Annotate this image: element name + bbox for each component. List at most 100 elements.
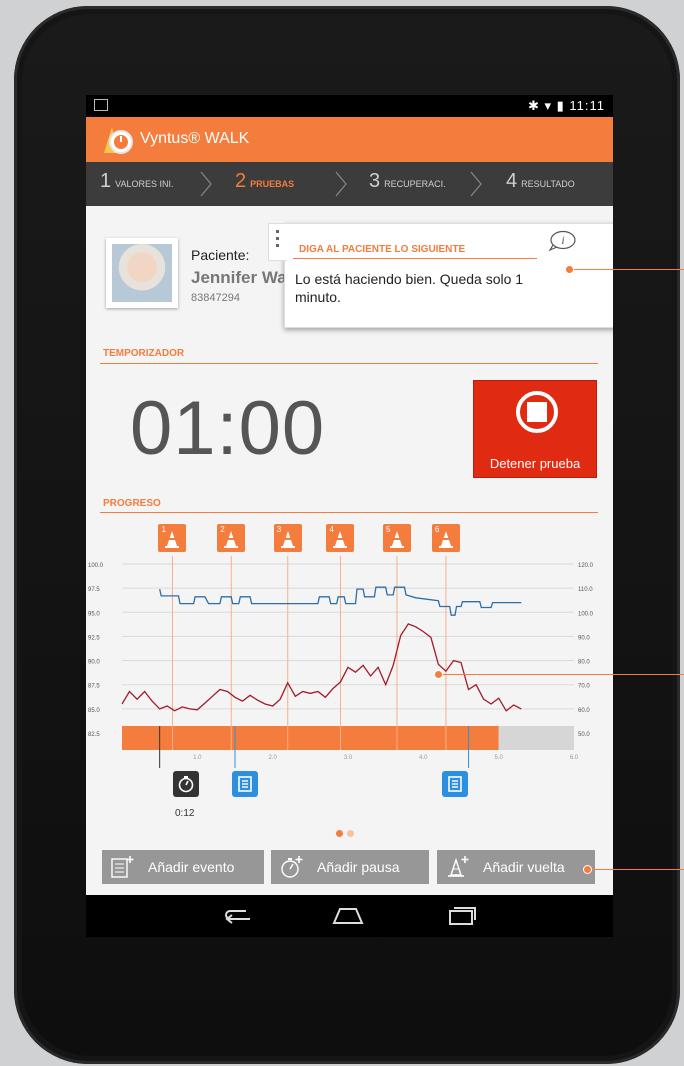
lap-cone-icon[interactable]: 5 <box>382 524 411 552</box>
progress-chart: 100.0 120.0 97.5 110.0 95.0 100.0 92.5 90.0 90.0… <box>88 556 594 768</box>
y-tick-label: 90.0 <box>88 660 100 666</box>
add-event-icon <box>111 856 134 878</box>
add-pause-button[interactable]: Añadir pausa <box>271 850 429 884</box>
callout-dot <box>434 670 443 679</box>
chevron-right-icon <box>335 171 347 197</box>
status-bar: ✱ ▾ ▮ 11:11 <box>86 95 613 117</box>
svg-text:i: i <box>561 233 564 247</box>
notification-image-icon <box>94 99 108 111</box>
y-tick-label: 97.5 <box>88 587 100 593</box>
home-icon[interactable] <box>331 905 365 925</box>
timer-marker[interactable] <box>173 771 199 797</box>
lap-cone-icon[interactable]: 3 <box>273 524 302 552</box>
callout-dot <box>583 865 592 874</box>
wifi-battery-icons: ✱ ▾ ▮ <box>527 98 570 113</box>
instruction-header: DIGA AL PACIENTE LO SIGUIENTE <box>299 244 466 255</box>
x-tick-label: 2.0 <box>268 755 277 761</box>
traffic-cone-icon <box>389 531 404 548</box>
chevron-right-icon <box>470 171 482 197</box>
traffic-cone-icon <box>438 531 453 548</box>
series-line-red <box>121 623 522 712</box>
back-icon[interactable] <box>222 907 254 925</box>
traffic-cone-icon <box>280 531 295 548</box>
patient-id: 83847294 <box>191 292 240 304</box>
step-valores-ini[interactable]: 1 VALORES INI. <box>100 170 173 193</box>
stop-test-button[interactable]: Detener prueba <box>473 380 597 478</box>
lap-cone-icon[interactable]: 2 <box>217 524 246 552</box>
instruction-divider <box>293 258 537 259</box>
lap-cones: 1 23456 <box>86 520 613 556</box>
callout-line <box>439 674 684 675</box>
traffic-cone-icon <box>333 531 348 548</box>
y-right-tick-label: 90.0 <box>578 635 590 641</box>
progress-section-title: PROGRESO <box>103 498 161 509</box>
add-event-button[interactable]: Añadir evento <box>102 850 264 884</box>
app-logo-icon <box>104 127 133 154</box>
app-title: Vyntus® WALK <box>140 130 250 147</box>
callout-dot <box>565 265 574 274</box>
y-tick-label: 95.0 <box>88 611 100 617</box>
y-right-tick-label: 100.0 <box>578 611 594 617</box>
stop-test-label: Detener prueba <box>489 456 581 471</box>
chevron-right-icon <box>200 171 212 197</box>
step-recuperacion[interactable]: 3 RECUPERACI. <box>369 170 446 193</box>
y-right-tick-label: 60.0 <box>578 708 590 714</box>
instruction-text: Lo está haciendo bien. Queda solo 1 minu… <box>295 271 524 305</box>
note-icon <box>238 776 252 792</box>
drag-handle-icon <box>276 230 279 251</box>
y-right-tick-label: 120.0 <box>578 563 594 569</box>
divider <box>100 512 598 513</box>
timer-section-title: TEMPORIZADOR <box>103 348 185 359</box>
y-tick-label: 100.0 <box>88 563 104 569</box>
app-bar: Vyntus® WALK <box>86 117 613 162</box>
traffic-cone-icon <box>224 531 239 548</box>
recent-apps-icon[interactable] <box>446 905 478 925</box>
event-marker[interactable] <box>232 771 258 797</box>
add-lap-icon <box>448 856 469 877</box>
x-tick-label: 6.0 <box>570 755 579 761</box>
step-pruebas[interactable]: 2 PRUEBAS <box>235 170 294 193</box>
lap-cone-icon[interactable]: 1 <box>158 524 187 552</box>
patient-photo <box>106 238 178 308</box>
x-tick-label: 4.0 <box>419 755 428 761</box>
stopwatch-icon <box>178 776 194 793</box>
page-dot[interactable] <box>347 830 354 837</box>
note-icon <box>448 776 462 792</box>
y-right-tick-label: 110.0 <box>578 587 593 593</box>
lap-cone-icon[interactable]: 6 <box>431 524 460 552</box>
page-indicator <box>336 824 358 842</box>
y-right-tick-label: 70.0 <box>578 684 590 690</box>
wizard-steps: 1 VALORES INI. 2 PRUEBAS 3 RECUPERACI. 4 RES… <box>86 162 613 206</box>
progress-bar-fill <box>122 726 499 750</box>
instruction-panel: DIGA AL PACIENTE LO SIGUIENTE i Lo está … <box>268 223 613 328</box>
y-tick-label: 87.5 <box>88 684 100 690</box>
patient-label: Paciente: <box>191 247 250 263</box>
divider <box>100 363 598 364</box>
panel-handle[interactable] <box>268 223 287 261</box>
callout-line <box>588 869 684 870</box>
add-lap-button[interactable]: Añadir vuelta <box>437 850 595 884</box>
y-tick-label: 92.5 <box>88 635 100 641</box>
avatar <box>112 244 172 302</box>
y-tick-label: 82.5 <box>88 732 100 738</box>
patient-name: Jennifer Wal <box>191 268 292 287</box>
x-tick-label: 5.0 <box>494 755 503 761</box>
add-pause-icon <box>281 856 303 878</box>
traffic-cone-icon <box>165 531 180 548</box>
lap-cone-icon[interactable]: 4 <box>326 524 355 552</box>
page-dot-active[interactable] <box>336 830 343 837</box>
event-marker[interactable] <box>442 771 468 797</box>
progress-bar-remaining <box>498 726 574 750</box>
marker-time-label: 0:12 <box>175 808 195 819</box>
x-tick-label: 1.0 <box>193 755 202 761</box>
android-nav-bar <box>86 895 613 937</box>
y-tick-label: 85.0 <box>88 708 100 714</box>
step-resultado[interactable]: 4 RESULTADO <box>506 170 575 193</box>
status-time: 11:11 <box>569 98 605 113</box>
timer-display: 01:00 <box>130 386 326 471</box>
callout-line <box>570 269 684 270</box>
info-icon[interactable]: i <box>547 230 577 252</box>
y-right-tick-label: 50.0 <box>578 732 590 738</box>
x-tick-label: 3.0 <box>344 755 353 761</box>
y-right-tick-label: 80.0 <box>578 660 590 666</box>
